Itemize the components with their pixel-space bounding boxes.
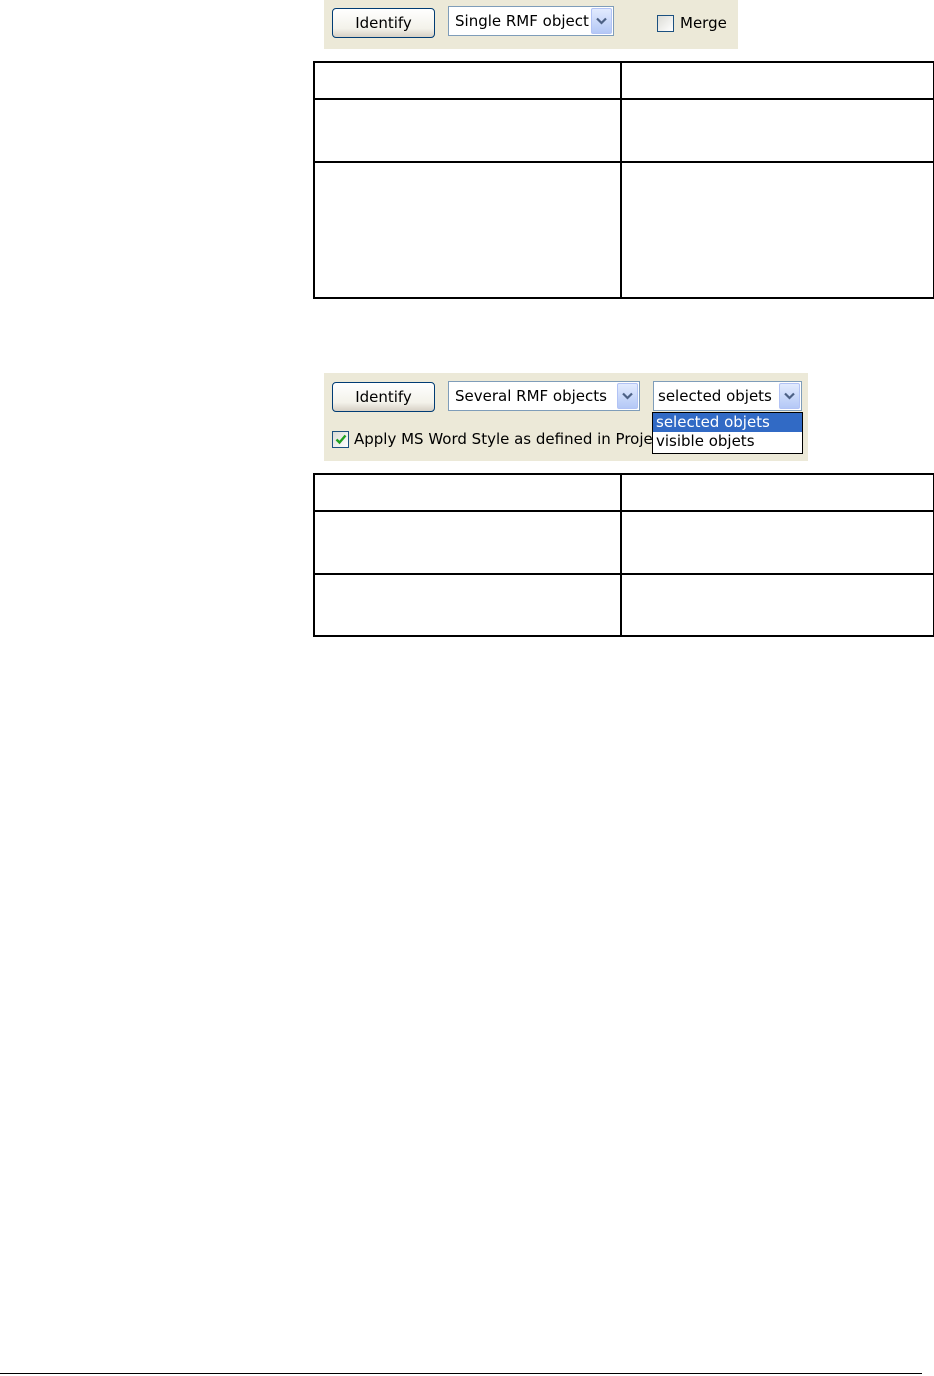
table-cell: [313, 98, 622, 163]
apply-style-checkbox[interactable]: [332, 431, 349, 448]
table-row: [313, 473, 934, 512]
chevron-down-icon[interactable]: [591, 8, 612, 34]
table-cell: [620, 510, 934, 575]
footer-divider: [0, 1373, 922, 1374]
table-cell: [313, 573, 622, 637]
table-row: [313, 98, 934, 163]
table-several: [313, 473, 934, 637]
table-row: [313, 510, 934, 575]
mode-select-value: Single RMF object: [455, 12, 589, 30]
mode-select[interactable]: Several RMF objects: [448, 381, 640, 411]
identify-button[interactable]: Identify: [332, 8, 435, 38]
checkmark-icon: [335, 434, 346, 445]
scope-select[interactable]: selected objets: [653, 381, 802, 411]
scope-select-value: selected objets: [658, 387, 772, 405]
table-cell: [620, 473, 934, 512]
merge-label: Merge: [680, 14, 727, 32]
table-cell: [620, 98, 934, 163]
mode-select-value: Several RMF objects: [455, 387, 607, 405]
table-cell: [313, 473, 622, 512]
chevron-down-icon[interactable]: [779, 383, 800, 409]
toolbar-several: Identify Several RMF objects selected ob…: [324, 373, 808, 461]
scope-dropdown-list: selected objets visible objets: [652, 412, 803, 454]
identify-button[interactable]: Identify: [332, 382, 435, 412]
table-cell: [313, 61, 622, 100]
apply-style-label: Apply MS Word Style as defined in Projec…: [354, 430, 667, 448]
merge-checkbox[interactable]: [657, 15, 674, 32]
table-cell: [620, 161, 934, 299]
table-row: [313, 161, 934, 299]
table-cell: [313, 510, 622, 575]
table-row: [313, 573, 934, 637]
table-cell: [620, 61, 934, 100]
toolbar-single: Identify Single RMF object Merge: [324, 0, 738, 49]
table-single: [313, 61, 934, 299]
table-cell: [620, 573, 934, 637]
dropdown-option-selected-objets[interactable]: selected objets: [653, 413, 802, 432]
mode-select[interactable]: Single RMF object: [448, 6, 614, 36]
dropdown-option-visible-objets[interactable]: visible objets: [653, 432, 802, 451]
chevron-down-icon[interactable]: [617, 383, 638, 409]
table-row: [313, 61, 934, 100]
table-cell: [313, 161, 622, 299]
